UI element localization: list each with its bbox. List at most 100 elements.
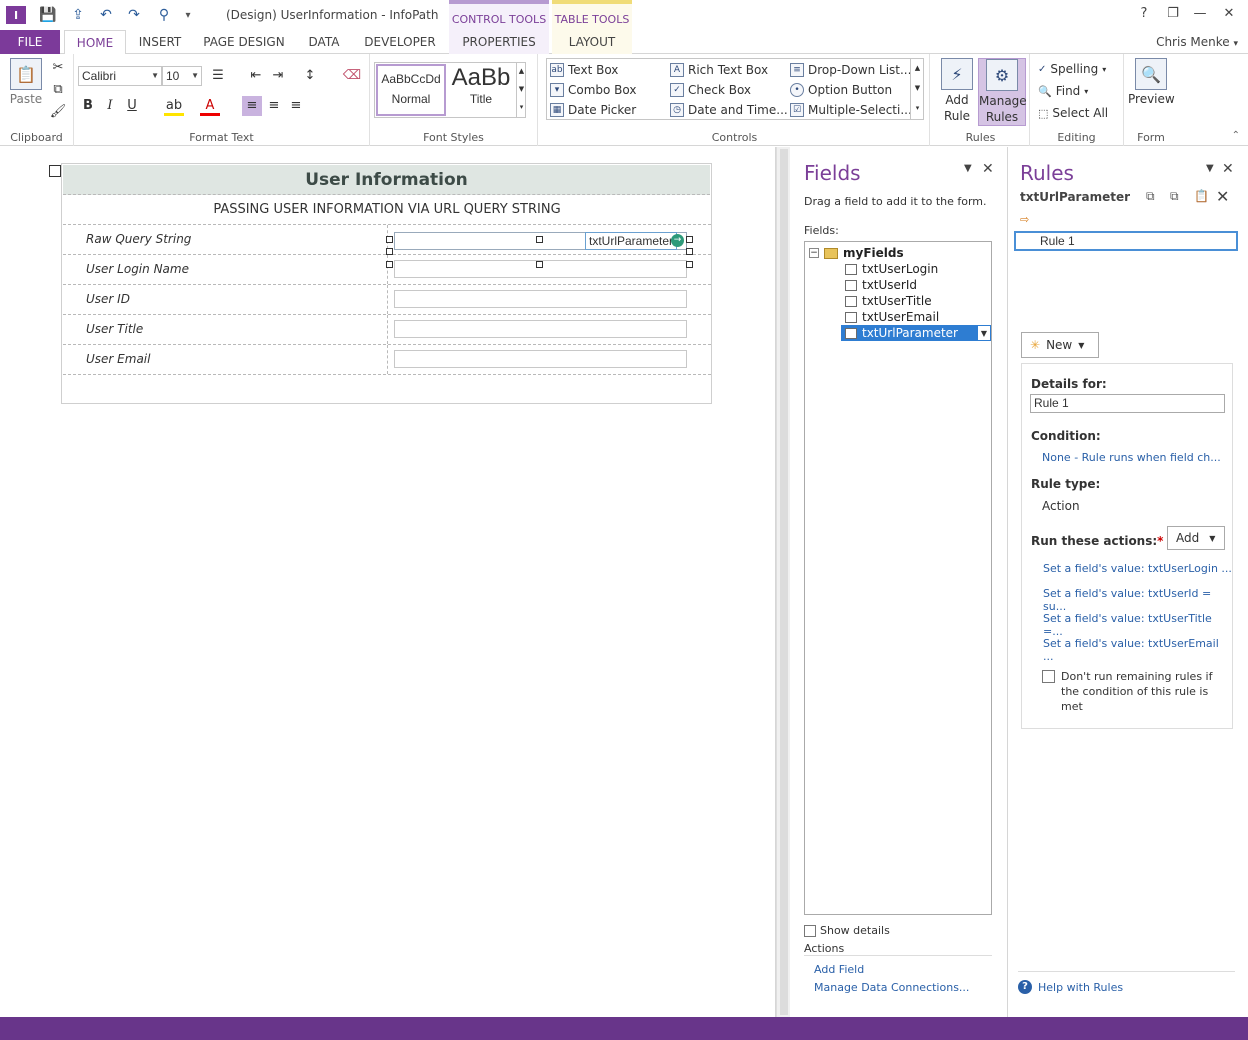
design-canvas[interactable]: User Information PASSING USER INFORMATIO… bbox=[0, 147, 776, 1017]
line-spacing-icon[interactable]: ↕ bbox=[300, 66, 320, 86]
control-text-box[interactable]: ab Text Box bbox=[550, 61, 618, 79]
align-right-icon[interactable]: ≡ bbox=[286, 96, 306, 116]
copy-all-rules-icon[interactable]: ⧉ bbox=[1170, 189, 1179, 204]
resize-handle[interactable] bbox=[386, 236, 393, 243]
pane-options-icon[interactable]: ▼ bbox=[1206, 163, 1214, 174]
action-link[interactable]: Set a field's value: txtUserLogin ... bbox=[1043, 562, 1232, 575]
format-painter-icon[interactable]: 🖌 bbox=[48, 102, 68, 122]
tree-item[interactable]: txtUserId bbox=[845, 277, 917, 293]
spelling-button[interactable]: ✓ Spelling ▾ bbox=[1038, 60, 1106, 78]
control-date-picker[interactable]: ▦ Date Picker bbox=[550, 101, 636, 119]
clear-formatting-icon[interactable]: ⌫ bbox=[342, 66, 362, 86]
undo-icon[interactable]: ↶ bbox=[96, 6, 116, 24]
dont-run-remaining-checkbox[interactable] bbox=[1042, 670, 1055, 683]
gallery-scroll[interactable]: ▲ ▼ ▾ bbox=[516, 62, 526, 118]
copy-icon[interactable]: ⧉ bbox=[48, 80, 68, 100]
user-id-input[interactable] bbox=[394, 290, 687, 308]
increase-indent-icon[interactable]: ⇥ bbox=[268, 66, 288, 86]
rule-name-input[interactable]: Rule 1 bbox=[1030, 394, 1225, 413]
control-combo-box[interactable]: ▾ Combo Box bbox=[550, 81, 637, 99]
help-with-rules[interactable]: ? Help with Rules bbox=[1018, 980, 1123, 994]
checkbox-icon[interactable] bbox=[804, 924, 816, 937]
bold-button[interactable]: B bbox=[78, 96, 98, 116]
action-link[interactable]: Set a field's value: txtUserTitle =... bbox=[1043, 612, 1232, 638]
tab-insert[interactable]: INSERT bbox=[132, 30, 188, 54]
user-title-input[interactable] bbox=[394, 320, 687, 338]
close-icon[interactable]: ✕ bbox=[1216, 6, 1242, 24]
tree-item[interactable]: txtUserEmail bbox=[845, 309, 939, 325]
manage-rules-button[interactable]: ⚙ Manage Rules bbox=[978, 58, 1027, 126]
resize-handle[interactable] bbox=[686, 261, 693, 268]
resize-handle[interactable] bbox=[536, 261, 543, 268]
align-center-icon[interactable]: ≡ bbox=[264, 96, 284, 116]
user-account[interactable]: Chris Menke ▾ bbox=[1156, 30, 1238, 56]
rule-list-item[interactable]: Rule 1 bbox=[1014, 231, 1238, 251]
delete-rule-icon[interactable]: ✕ bbox=[1216, 187, 1229, 206]
font-name-select[interactable]: Calibri ▼ bbox=[78, 66, 162, 86]
resize-handle[interactable] bbox=[536, 236, 543, 243]
controls-gallery-scroll[interactable]: ▲ ▼ ▾ bbox=[910, 58, 924, 120]
publish-icon[interactable]: ⇪ bbox=[68, 6, 88, 24]
cut-icon[interactable]: ✂ bbox=[48, 58, 68, 78]
tree-item[interactable]: txtUserLogin bbox=[845, 261, 938, 277]
tab-layout[interactable]: LAYOUT bbox=[552, 30, 632, 54]
resize-handle[interactable] bbox=[386, 261, 393, 268]
control-drop-down-list[interactable]: ≡ Drop-Down List... bbox=[790, 61, 911, 79]
help-icon[interactable]: ? bbox=[1131, 6, 1157, 24]
tab-properties[interactable]: PROPERTIES bbox=[449, 30, 549, 54]
show-details-checkbox[interactable]: Show details bbox=[804, 924, 890, 937]
tab-file[interactable]: FILE bbox=[0, 30, 60, 54]
highlight-icon[interactable]: ab bbox=[164, 96, 184, 116]
table-select-handle[interactable] bbox=[49, 165, 61, 177]
underline-button[interactable]: U bbox=[122, 96, 142, 116]
resize-handle[interactable] bbox=[686, 236, 693, 243]
manage-data-connections-link[interactable]: Manage Data Connections... bbox=[814, 981, 969, 994]
collapse-ribbon-icon[interactable]: ⌃ bbox=[1232, 130, 1240, 141]
control-rich-text-box[interactable]: A Rich Text Box bbox=[670, 61, 768, 79]
condition-link[interactable]: None - Rule runs when field ch... bbox=[1042, 451, 1221, 464]
pane-options-icon[interactable]: ▼ bbox=[964, 163, 972, 174]
ribbon-display-icon[interactable]: ❐ bbox=[1160, 6, 1186, 24]
scrollbar-thumb[interactable] bbox=[780, 149, 788, 1015]
help-with-rules-link[interactable]: Help with Rules bbox=[1038, 981, 1123, 994]
paste-rule-icon[interactable]: 📋 bbox=[1194, 189, 1209, 203]
control-multiple-selection[interactable]: ☑ Multiple-Selecti... bbox=[790, 101, 912, 119]
font-size-select[interactable]: 10 ▼ bbox=[162, 66, 202, 86]
new-rule-button[interactable]: ✳ New ▼ bbox=[1021, 332, 1099, 358]
tab-developer[interactable]: DEVELOPER bbox=[358, 30, 442, 54]
tab-data[interactable]: DATA bbox=[300, 30, 348, 54]
add-action-button[interactable]: Add ▼ bbox=[1167, 526, 1225, 550]
tree-item-selected[interactable]: txtUrlParameter ▼ bbox=[841, 325, 991, 341]
decrease-indent-icon[interactable]: ⇤ bbox=[246, 66, 266, 86]
add-rule-button[interactable]: ⚡ Add Rule bbox=[936, 58, 978, 124]
control-option-button[interactable]: • Option Button bbox=[790, 81, 892, 99]
control-date-and-time[interactable]: ◷ Date and Time... bbox=[670, 101, 788, 119]
add-field-link[interactable]: Add Field bbox=[814, 963, 864, 976]
action-link[interactable]: Set a field's value: txtUserEmail ... bbox=[1043, 637, 1232, 663]
font-color-icon[interactable]: A bbox=[200, 96, 220, 116]
bullets-icon[interactable]: ☰ bbox=[208, 66, 228, 86]
close-pane-icon[interactable]: ✕ bbox=[982, 161, 994, 177]
minimize-icon[interactable]: — bbox=[1187, 6, 1213, 24]
close-pane-icon[interactable]: ✕ bbox=[1222, 161, 1234, 177]
user-email-input[interactable] bbox=[394, 350, 687, 368]
control-check-box[interactable]: ✓ Check Box bbox=[670, 81, 751, 99]
action-link[interactable]: Set a field's value: txtUserId = su... bbox=[1043, 587, 1232, 613]
customize-qat-icon[interactable]: ▾ bbox=[178, 6, 198, 24]
style-normal[interactable]: AaBbCcDd Normal bbox=[376, 64, 446, 116]
canvas-scrollbar[interactable] bbox=[776, 147, 790, 1017]
italic-button[interactable]: I bbox=[100, 96, 120, 116]
paste-button[interactable]: 📋 Paste bbox=[8, 58, 44, 106]
select-all-button[interactable]: ⬚ Select All bbox=[1038, 104, 1108, 122]
find-button[interactable]: 🔍 Find ▾ bbox=[1038, 82, 1088, 100]
resize-handle[interactable] bbox=[686, 248, 693, 255]
preview-button[interactable]: 🔍 Preview bbox=[1128, 58, 1175, 106]
tab-page-design[interactable]: PAGE DESIGN bbox=[198, 30, 290, 54]
style-title[interactable]: AaBb Title bbox=[448, 64, 514, 116]
field-tree[interactable]: − myFields txtUserLogin txtUserId txtUse… bbox=[804, 241, 992, 915]
format-painter-icon[interactable]: ⚲ bbox=[154, 6, 174, 24]
redo-icon[interactable]: ↷ bbox=[124, 6, 144, 24]
align-left-icon[interactable]: ≡ bbox=[242, 96, 262, 116]
resize-handle[interactable] bbox=[386, 248, 393, 255]
collapse-icon[interactable]: − bbox=[809, 248, 819, 258]
